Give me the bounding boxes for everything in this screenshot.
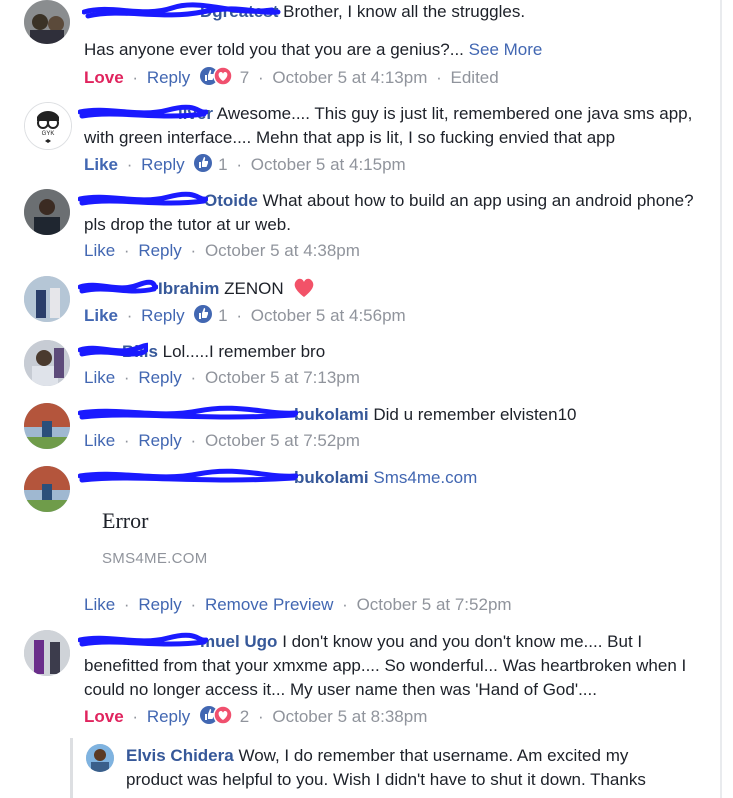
commenter-name[interactable]: Bills	[78, 342, 158, 361]
reaction-count[interactable]: 1	[218, 155, 227, 174]
link-preview-domain[interactable]: SMS4ME.COM	[102, 550, 208, 567]
reply-button[interactable]: Reply	[138, 241, 181, 260]
timestamp[interactable]: October 5 at 4:15pm	[251, 155, 406, 174]
like-button[interactable]: Like	[84, 241, 115, 260]
timestamp[interactable]: October 5 at 8:38pm	[272, 707, 427, 726]
thumbs-up-icon[interactable]	[193, 153, 213, 173]
reply-text: Elvis Chidera Wow, I do remember that us…	[126, 746, 646, 789]
commenter-name[interactable]: Otoide	[78, 191, 258, 210]
like-button[interactable]: Like	[84, 595, 115, 614]
avatar[interactable]	[24, 630, 70, 676]
love-button[interactable]: Love	[84, 68, 124, 87]
reply-button[interactable]: Reply	[138, 595, 181, 614]
link-preview-title[interactable]: Error	[102, 508, 148, 534]
commenter-name[interactable]: bukolami	[78, 405, 369, 424]
avatar[interactable]	[24, 189, 70, 235]
avatar[interactable]	[86, 744, 114, 772]
shared-link[interactable]: Sms4me.com	[373, 468, 477, 487]
see-more-link[interactable]: See More	[469, 40, 543, 59]
commenter-name[interactable]: muel Ugo	[78, 632, 277, 651]
reply-button[interactable]: Reply	[147, 68, 190, 87]
right-divider	[720, 0, 722, 798]
like-button[interactable]: Like	[84, 306, 118, 325]
comment-actions: Like · Reply · October 5 at 4:38pm	[84, 241, 360, 260]
timestamp[interactable]: October 5 at 4:38pm	[205, 241, 360, 260]
comment-text: Dgreatest Brother, I know all the strugg…	[82, 0, 704, 24]
comment-actions: Love · Reply 7 · October 5 at 4:13pm · E…	[84, 66, 499, 87]
comment-actions: Like · Reply 1 · October 5 at 4:15pm	[84, 153, 406, 174]
comment-actions: Like · Reply · October 5 at 7:13pm	[84, 368, 360, 387]
commenter-name[interactable]: Dgreatest	[82, 2, 281, 21]
avatar[interactable]	[24, 276, 70, 322]
commenter-name[interactable]: bukolami	[78, 468, 369, 487]
comment-text: muel Ugo I don't know you and you don't …	[78, 630, 704, 702]
timestamp[interactable]: October 5 at 7:52pm	[357, 595, 512, 614]
avatar[interactable]	[24, 466, 70, 512]
comment-text: Otoide What about how to build an app us…	[78, 189, 704, 237]
svg-text:GYK: GYK	[42, 131, 55, 137]
comment-actions: Like · Reply 1 · October 5 at 4:56pm	[84, 304, 406, 325]
avatar[interactable]: GYK	[24, 102, 72, 150]
avatar[interactable]	[24, 0, 70, 44]
timestamp[interactable]: October 5 at 7:52pm	[205, 431, 360, 450]
comment-text: bukolami Sms4me.com	[78, 466, 704, 490]
comment-text: bukolami Did u remember elvisten10	[78, 403, 704, 427]
reaction-icons[interactable]	[199, 66, 235, 86]
reaction-count[interactable]: 2	[240, 707, 249, 726]
love-button[interactable]: Love	[84, 707, 124, 726]
reply-thread-line	[70, 738, 73, 798]
reply-button[interactable]: Reply	[141, 155, 184, 174]
edited-label[interactable]: Edited	[451, 68, 499, 87]
avatar[interactable]	[24, 403, 70, 449]
comment-actions: Love · Reply 2 · October 5 at 8:38pm	[84, 705, 428, 726]
commenter-name[interactable]: Ibrahim	[78, 279, 219, 298]
thumbs-up-icon[interactable]	[193, 304, 213, 324]
timestamp[interactable]: October 5 at 4:56pm	[251, 306, 406, 325]
timestamp[interactable]: October 5 at 4:13pm	[272, 68, 427, 87]
like-button[interactable]: Like	[84, 431, 115, 450]
comment-text: Ibrahim ZENON	[78, 276, 704, 305]
comment-text-continued: Has anyone ever told you that you are a …	[84, 40, 543, 59]
heart-icon	[292, 276, 316, 305]
reply-button[interactable]: Reply	[138, 368, 181, 387]
remove-preview-button[interactable]: Remove Preview	[205, 595, 334, 614]
reply-button[interactable]: Reply	[138, 431, 181, 450]
comment-actions: Like · Reply · October 5 at 7:52pm	[84, 431, 360, 450]
avatar[interactable]	[24, 340, 70, 386]
reaction-count[interactable]: 7	[240, 68, 249, 87]
timestamp[interactable]: October 5 at 7:13pm	[205, 368, 360, 387]
commenter-name[interactable]: ilver	[78, 104, 213, 123]
like-button[interactable]: Like	[84, 155, 118, 174]
comment-actions: Like · Reply · Remove Preview · October …	[84, 595, 512, 614]
reply-button[interactable]: Reply	[141, 306, 184, 325]
reply-author-name[interactable]: Elvis Chidera	[126, 746, 234, 765]
like-button[interactable]: Like	[84, 368, 115, 387]
comment-text: ilver Awesome.... This guy is just lit, …	[78, 102, 704, 150]
comment-text: Bills Lol.....I remember bro	[78, 340, 704, 364]
reaction-icons[interactable]	[199, 705, 235, 725]
reply-button[interactable]: Reply	[147, 707, 190, 726]
reaction-count[interactable]: 1	[218, 306, 227, 325]
